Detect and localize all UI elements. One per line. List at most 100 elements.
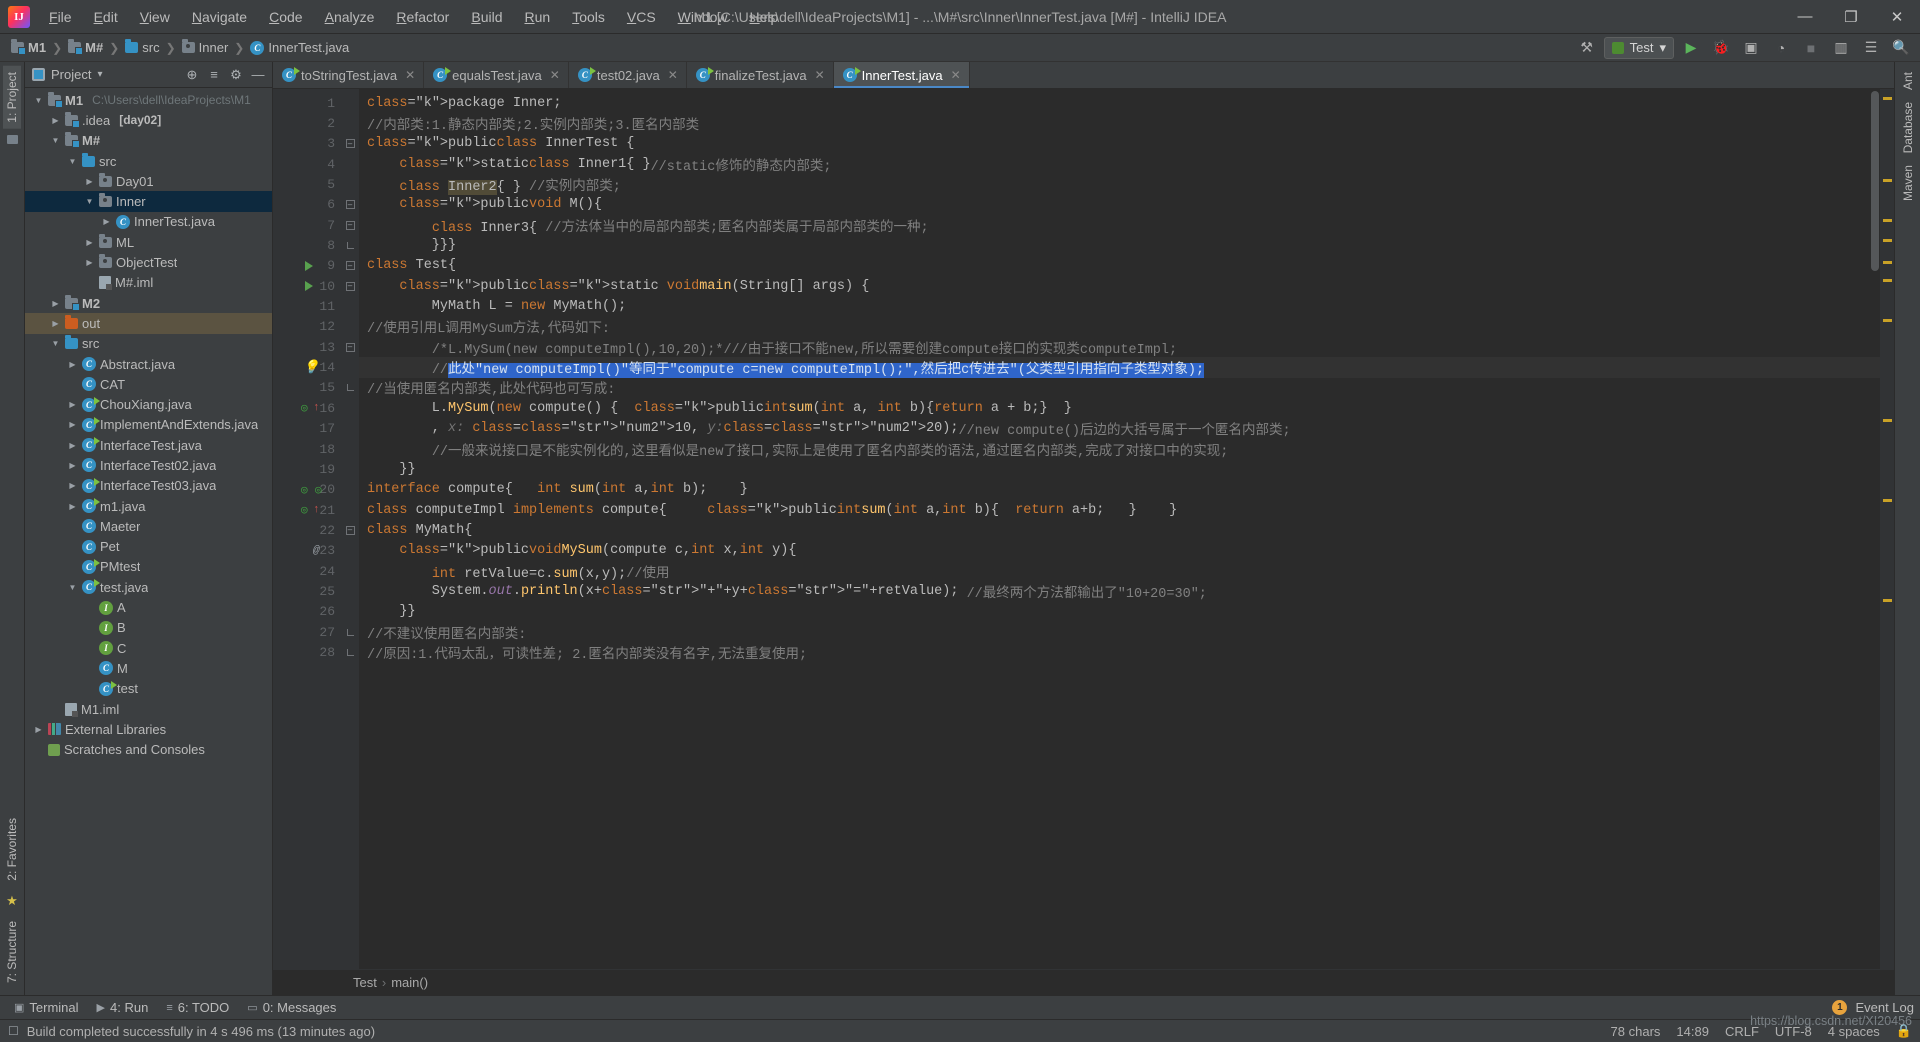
gutter-line[interactable]: 17: [273, 419, 341, 439]
breadcrumb-class[interactable]: Test: [353, 975, 377, 990]
menu-item-tools[interactable]: Tools: [561, 4, 616, 30]
fold-collapse-icon[interactable]: –: [345, 261, 355, 271]
fold-collapse-icon[interactable]: –: [345, 281, 355, 291]
tree-item-miml[interactable]: ▶M#.iml: [25, 273, 272, 293]
code-line[interactable]: class Inner3{ //方法体当中的局部内部类;匿名内部类属于局部内部类…: [359, 215, 1880, 236]
code-line[interactable]: class computeImpl implements compute{ cl…: [359, 500, 1880, 520]
gutter-line[interactable]: 25: [273, 581, 341, 601]
tree-item-testjava[interactable]: ▼ Ctest.java: [25, 577, 272, 597]
marker-tick[interactable]: [1883, 279, 1892, 282]
fold-marker-cell[interactable]: [341, 154, 359, 174]
overridden-method-icon[interactable]: ↑: [313, 402, 320, 414]
fold-end-icon[interactable]: [346, 384, 354, 392]
chevron-right-icon[interactable]: ▶: [101, 217, 112, 226]
menu-item-analyze[interactable]: Analyze: [314, 4, 386, 30]
fold-marker-cell[interactable]: [341, 500, 359, 520]
fold-marker-cell[interactable]: –: [341, 276, 359, 296]
status-toggle-icon[interactable]: ☐: [8, 1024, 19, 1038]
fold-marker-cell[interactable]: [341, 235, 359, 255]
rail-item-structure[interactable]: 7: Structure: [3, 915, 21, 989]
tree-item-cat[interactable]: ▶CCAT: [25, 374, 272, 394]
code-line[interactable]: class Inner2{ } //实例内部类;: [359, 174, 1880, 196]
tree-item-src[interactable]: ▼ src: [25, 151, 272, 171]
tree-item-externallibraries[interactable]: ▶ External Libraries: [25, 719, 272, 739]
close-tab-icon[interactable]: ✕: [405, 68, 415, 82]
editor-fold-column[interactable]: – – – – – – –: [341, 89, 359, 969]
tree-item-chouxiangjava[interactable]: ▶ C ChouXiang.java: [25, 394, 272, 414]
chevron-right-icon[interactable]: ▶: [50, 116, 61, 125]
chevron-right-icon[interactable]: ▶: [67, 481, 78, 490]
tree-item-interfacetest02java[interactable]: ▶ C InterfaceTest02.java: [25, 455, 272, 475]
tree-item-m1iml[interactable]: ▶M1.iml: [25, 699, 272, 719]
code-line[interactable]: class="k">public void MySum (compute c, in…: [359, 541, 1880, 561]
chevron-right-icon[interactable]: ▶: [50, 299, 61, 308]
code-line[interactable]: //内部类:1.静态内部类;2.实例内部类;3.匿名内部类: [359, 113, 1880, 134]
tree-item-a[interactable]: ▶IA: [25, 597, 272, 617]
breadcrumb-item-m1[interactable]: M1: [6, 38, 51, 57]
tree-item-implementandextendsjava[interactable]: ▶ C ImplementAndExtends.java: [25, 415, 272, 435]
tree-item-c[interactable]: ▶IC: [25, 638, 272, 658]
gutter-line[interactable]: 💡 14: [273, 357, 341, 377]
fold-collapse-icon[interactable]: –: [345, 220, 355, 230]
settings-icon[interactable]: ☰: [1858, 36, 1884, 60]
editor-vertical-scrollbar[interactable]: [1870, 89, 1880, 969]
menu-item-file[interactable]: File: [38, 4, 83, 30]
gutter-line[interactable]: 22: [273, 520, 341, 540]
tree-item-src[interactable]: ▼ src: [25, 334, 272, 354]
chevron-right-icon[interactable]: ▶: [67, 400, 78, 409]
implemented-method-icon[interactable]: ◎: [301, 401, 308, 415]
gutter-line[interactable]: 10: [273, 276, 341, 296]
tree-item-m2[interactable]: ▶ M2: [25, 293, 272, 313]
chevron-down-icon[interactable]: ▼: [84, 197, 95, 206]
menu-item-run[interactable]: Run: [513, 4, 561, 30]
close-tab-icon[interactable]: ✕: [951, 68, 961, 82]
marker-tick[interactable]: [1883, 219, 1892, 222]
rail-item-maven[interactable]: Maven: [1899, 159, 1917, 207]
fold-marker-cell[interactable]: [341, 357, 359, 377]
fold-marker-cell[interactable]: –: [341, 256, 359, 276]
fold-marker-cell[interactable]: [341, 642, 359, 662]
chevron-right-icon[interactable]: ▶: [67, 461, 78, 470]
hide-panel-icon[interactable]: —: [248, 65, 268, 85]
gutter-line[interactable]: 9: [273, 256, 341, 276]
menu-item-window[interactable]: Window: [667, 4, 739, 30]
code-line[interactable]: //不建议使用匿名内部类:: [359, 622, 1880, 643]
maximize-button[interactable]: ❐: [1828, 0, 1874, 34]
chevron-right-icon[interactable]: ▶: [84, 258, 95, 267]
code-line[interactable]: L.MySum(new compute() { class="k">public…: [359, 398, 1880, 418]
gutter-line[interactable]: ◎ ◎ 20: [273, 480, 341, 500]
marker-tick[interactable]: [1883, 419, 1892, 422]
gutter-line[interactable]: 2: [273, 113, 341, 133]
chevron-right-icon[interactable]: ▶: [67, 502, 78, 511]
fold-marker-cell[interactable]: –: [341, 195, 359, 215]
tree-item-pet[interactable]: ▶CPet: [25, 537, 272, 557]
status-caret-position[interactable]: 14:89: [1676, 1024, 1709, 1039]
editor-marker-bar[interactable]: [1880, 89, 1894, 969]
stop-icon[interactable]: ■: [1798, 36, 1824, 60]
fold-marker-cell[interactable]: [341, 622, 359, 642]
gutter-line[interactable]: @23: [273, 541, 341, 561]
marker-tick[interactable]: [1883, 97, 1892, 100]
debug-icon[interactable]: 🐞: [1708, 36, 1734, 60]
fold-marker-cell[interactable]: [341, 296, 359, 316]
layout-icon[interactable]: ▥: [1828, 36, 1854, 60]
marker-tick[interactable]: [1883, 261, 1892, 264]
menu-item-build[interactable]: Build: [460, 4, 513, 30]
menu-item-refactor[interactable]: Refactor: [385, 4, 460, 30]
fold-marker-cell[interactable]: –: [341, 337, 359, 357]
bottom-tab-terminal[interactable]: ▣ Terminal: [6, 998, 87, 1017]
close-tab-icon[interactable]: ✕: [815, 68, 825, 82]
gutter-line[interactable]: 26: [273, 602, 341, 622]
rail-item-database[interactable]: Database: [1899, 96, 1917, 159]
close-button[interactable]: ✕: [1874, 0, 1920, 34]
chevron-right-icon[interactable]: ▶: [84, 177, 95, 186]
marker-tick[interactable]: [1883, 179, 1892, 182]
fold-marker-cell[interactable]: –: [341, 215, 359, 235]
fold-marker-cell[interactable]: [341, 561, 359, 581]
code-line[interactable]: , x: class=class="str">"num2" >10, y: cla…: [359, 419, 1880, 439]
chevron-down-icon[interactable]: ▼: [67, 157, 78, 166]
menu-item-navigate[interactable]: Navigate: [181, 4, 258, 30]
code-line[interactable]: int retValue=c.sum(x,y);//使用: [359, 561, 1880, 582]
implemented-method-icon[interactable]: ◎: [301, 503, 308, 517]
overridden-method-icon[interactable]: ↑: [313, 504, 320, 516]
